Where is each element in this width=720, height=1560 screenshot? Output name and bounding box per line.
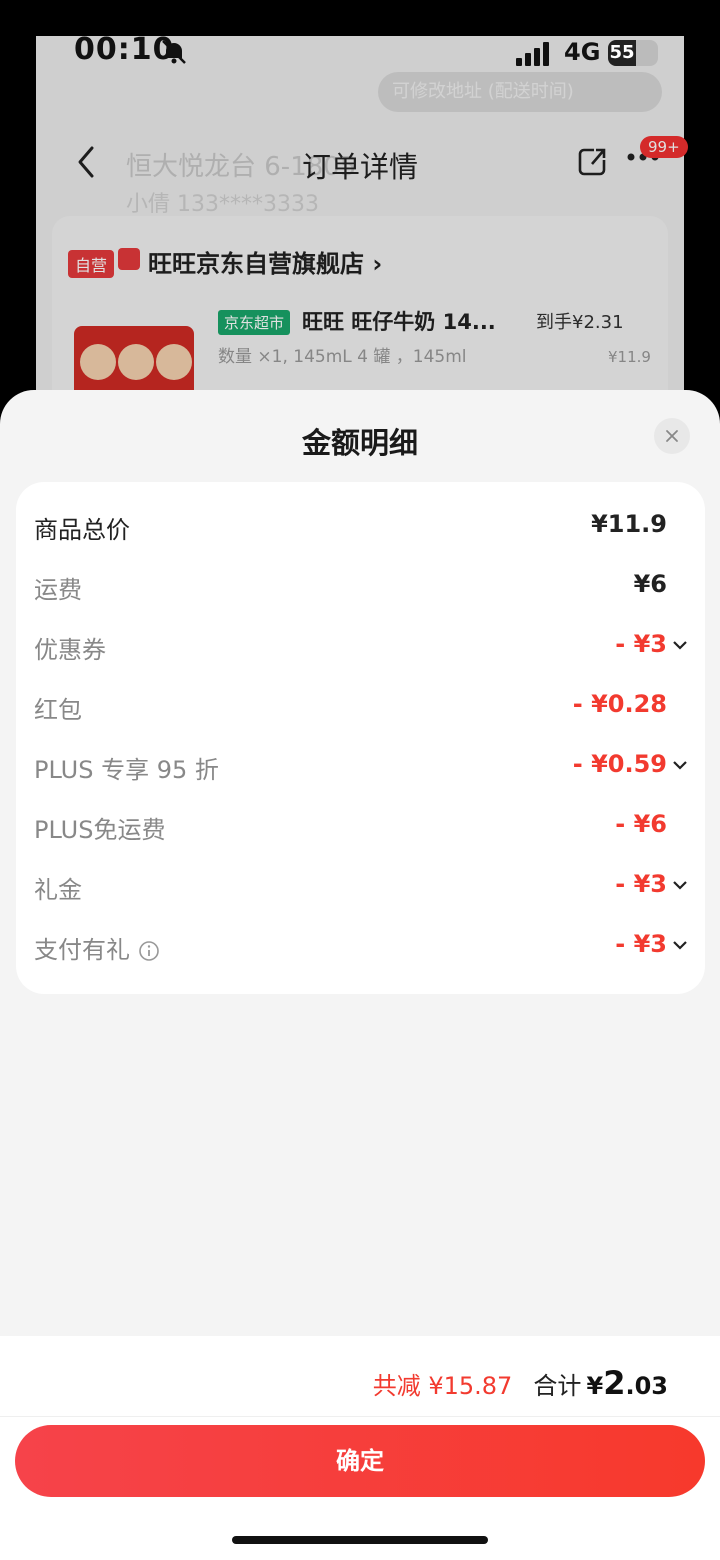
row-value: ¥6 — [633, 570, 667, 598]
total-currency: ¥ — [586, 1372, 604, 1400]
battery-icon: 55 — [608, 40, 658, 66]
total-label: 合计 — [533, 1372, 582, 1400]
original-price: ¥11.9 — [608, 348, 651, 366]
sheet-footer: 共减 ¥15.87 合计 ¥2.03 确定 — [0, 1336, 720, 1560]
row-red-packet: 红包 - ¥0.28 — [16, 678, 705, 738]
total-decimal: .03 — [625, 1372, 668, 1400]
amount-detail-sheet: 金额明细 商品总价 ¥11.9 运费 ¥6 优惠券 - ¥3 红包 - ¥0.2… — [0, 390, 720, 1560]
row-label: PLUS 专享 95 折 — [34, 756, 219, 784]
home-indicator[interactable] — [232, 1536, 488, 1544]
final-price: 到手¥2.31 — [536, 312, 624, 333]
product-spec: 数量 ×1, 145mL 4 罐 ，145ml — [218, 347, 467, 367]
row-value: ¥11.9 — [591, 510, 667, 538]
chevron-down-icon[interactable] — [673, 880, 687, 890]
row-label-wrap: 支付有礼 — [34, 930, 160, 965]
status-bar: 00:10 4G 55 — [0, 0, 720, 80]
store-logo-icon — [118, 248, 140, 270]
chevron-down-icon[interactable] — [673, 640, 687, 650]
signal-icon — [516, 42, 549, 66]
row-value: - ¥6 — [615, 810, 667, 838]
row-label: 支付有礼 — [34, 936, 130, 964]
product-title: 旺旺 旺仔牛奶 14... — [302, 310, 496, 334]
row-label: 商品总价 — [34, 516, 130, 544]
row-value: - ¥3 — [615, 630, 667, 658]
info-icon[interactable] — [138, 940, 160, 962]
row-value: - ¥0.28 — [572, 690, 667, 718]
divider — [0, 1416, 720, 1417]
chevron-down-icon[interactable] — [673, 760, 687, 770]
self-operated-tag: 自营 — [68, 250, 115, 278]
row-gift-money[interactable]: 礼金 - ¥3 — [16, 858, 705, 918]
row-value: - ¥0.59 — [572, 750, 667, 778]
row-plus-discount[interactable]: PLUS 专享 95 折 - ¥0.59 — [16, 738, 705, 798]
sheet-title: 金额明细 — [301, 426, 418, 460]
row-coupon[interactable]: 优惠券 - ¥3 — [16, 618, 705, 678]
close-button[interactable] — [654, 418, 690, 454]
confirm-button[interactable]: 确定 — [15, 1425, 705, 1497]
close-icon — [666, 430, 678, 442]
battery-level: 55 — [608, 40, 636, 66]
store-name[interactable]: 旺旺京东自营旗舰店 › — [148, 244, 382, 279]
nav-bar: 订单详情 99+ — [36, 120, 688, 210]
row-label: 运费 — [34, 576, 82, 604]
bell-muted-icon — [162, 40, 186, 64]
notification-badge: 99+ — [640, 136, 688, 158]
background-order-page: 可修改地址 (配送时间) 恒大悦龙台 6-1805 小倩 133****3333… — [36, 36, 684, 436]
row-label: 优惠券 — [34, 636, 106, 664]
row-label: 红包 — [34, 696, 82, 724]
jd-supermarket-tag: 京东超市 — [218, 310, 291, 335]
row-goods-total: 商品总价 ¥11.9 — [16, 498, 705, 558]
total-summary: 共减 ¥15.87 合计 ¥2.03 — [373, 1364, 668, 1402]
row-payment-gift[interactable]: 支付有礼 - ¥3 — [16, 918, 705, 978]
row-label: 礼金 — [34, 876, 82, 904]
row-value: - ¥3 — [615, 930, 667, 958]
row-label: PLUS免运费 — [34, 816, 166, 844]
amount-detail-card: 商品总价 ¥11.9 运费 ¥6 优惠券 - ¥3 红包 - ¥0.28 PLU… — [16, 482, 705, 994]
row-value: - ¥3 — [615, 870, 667, 898]
chevron-down-icon[interactable] — [673, 940, 687, 950]
share-icon[interactable] — [576, 146, 608, 178]
total-reduce: 共减 ¥15.87 — [372, 1372, 513, 1400]
row-plus-free-shipping: PLUS免运费 - ¥6 — [16, 798, 705, 858]
row-shipping: 运费 ¥6 — [16, 558, 705, 618]
total-integer: 2 — [603, 1364, 626, 1402]
network-type: 4G — [564, 38, 601, 66]
